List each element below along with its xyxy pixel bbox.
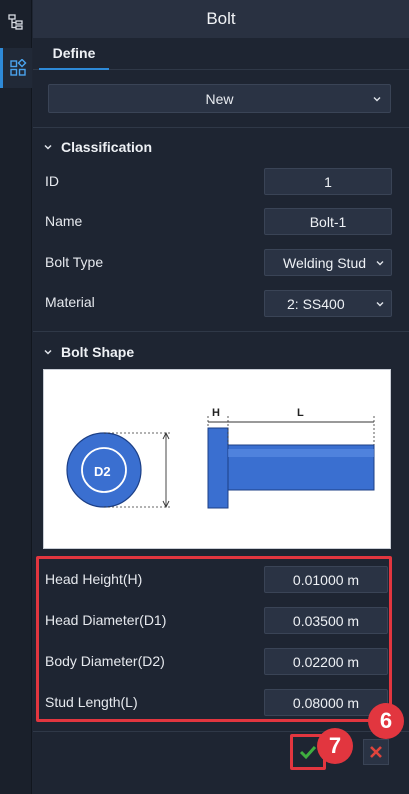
classification-section: Classification ID 1 Name Bolt-1 Bolt Typ… [33,127,409,330]
classification-title: Classification [61,139,153,155]
new-bolt-select-value: New [205,90,234,107]
close-icon [370,746,382,758]
d2-label: D2 [94,464,111,479]
tab-define[interactable]: Define [39,38,109,70]
panel-title: Bolt [33,0,409,38]
chevron-down-icon [376,260,384,265]
h-label: H [212,407,220,419]
material-label: Material [45,294,95,310]
chevron-down-icon [376,301,384,306]
bolt-shape-title: Bolt Shape [61,344,135,360]
stud-length-label: Stud Length(L) [45,694,138,710]
tree-view-button[interactable] [0,2,32,42]
chevron-down-icon [44,144,52,150]
bolt-type-value: Welding Stud [283,254,367,271]
head-diameter-label: Head Diameter(D1) [45,612,167,628]
bolt-shape-header[interactable]: Bolt Shape [43,344,134,360]
head-diameter-field[interactable]: 0.03500 m [264,607,388,634]
cancel-button[interactable] [363,739,389,765]
left-rail [0,0,32,794]
chevron-down-icon [44,349,52,355]
callout-six: 6 [368,703,404,739]
name-label: Name [45,213,83,229]
material-value: 2: SS400 [287,295,345,312]
bolt-type-label: Bolt Type [45,254,104,270]
bolt-panel-app: Bolt Define New Classification ID 1 Name… [0,0,409,794]
tree-icon [8,14,23,30]
d1-label: D1 [143,464,160,479]
body-diameter-field[interactable]: 0.02200 m [264,648,388,675]
l-label: L [297,407,304,419]
grid-shapes-icon [9,59,27,76]
head-height-label: Head Height(H) [45,571,143,587]
classification-header[interactable]: Classification [43,139,152,155]
properties-view-button[interactable] [0,48,32,88]
id-label: ID [45,173,59,189]
bolt-shape-diagram: D2 D1 H L [43,369,391,549]
bolt-head-side [207,427,229,509]
material-select[interactable]: 2: SS400 [264,290,392,317]
bolt-property-panel: Bolt Define New Classification ID 1 Name… [33,0,409,794]
bolt-diagram-svg: D2 D1 H L [66,407,375,509]
chevron-down-icon [373,96,381,101]
body-diameter-label: Body Diameter(D2) [45,653,165,669]
name-field[interactable]: Bolt-1 [264,208,392,235]
new-bolt-select[interactable]: New [48,84,391,113]
id-field[interactable]: 1 [264,168,392,195]
callout-seven: 7 [317,728,353,764]
head-height-field[interactable]: 0.01000 m [264,566,388,593]
bolt-type-select[interactable]: Welding Stud [264,249,392,276]
tab-bar: Define [33,38,409,70]
